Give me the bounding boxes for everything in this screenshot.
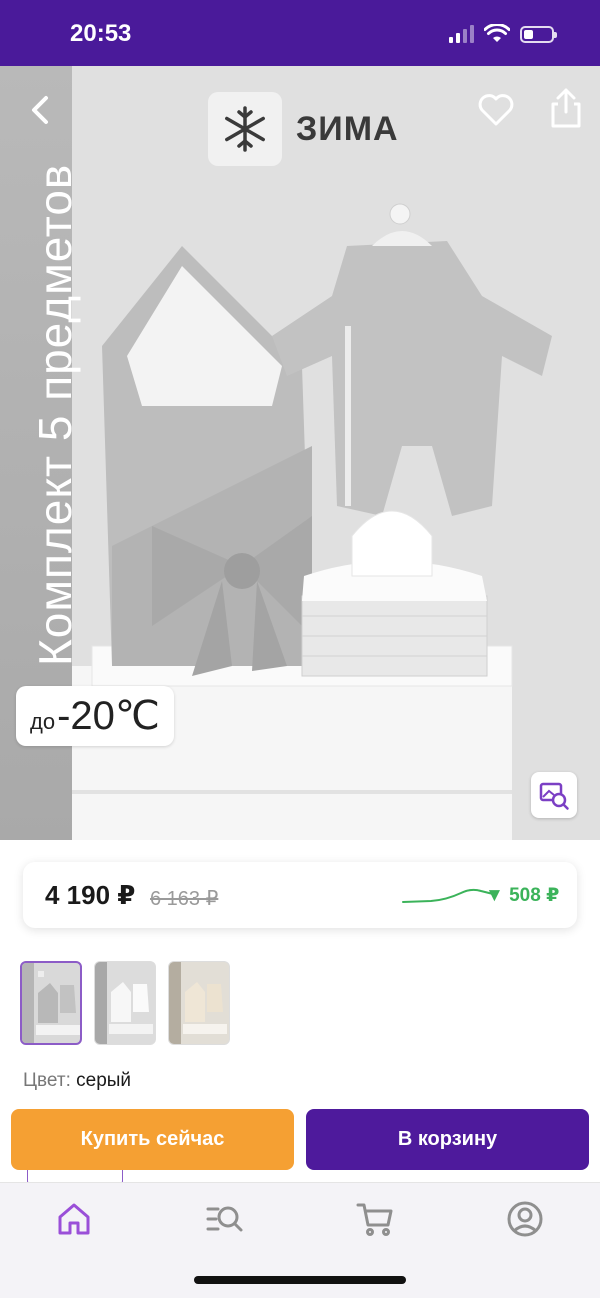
status-icons — [449, 24, 557, 44]
thumbnail-beige[interactable] — [168, 961, 230, 1045]
temperature-prefix: до — [30, 709, 56, 734]
image-search-icon — [539, 782, 569, 810]
snowflake-icon — [208, 92, 282, 166]
price-drop: ▼ 508 ₽ — [485, 885, 560, 906]
cart-icon[interactable] — [355, 1199, 395, 1239]
brand-label: ЗИМА — [296, 109, 399, 148]
home-icon[interactable] — [54, 1199, 94, 1239]
share-icon[interactable] — [546, 86, 586, 130]
vertical-title: Комплект 5 предметов — [29, 163, 81, 666]
price-old: 6 163 ₽ — [150, 888, 219, 910]
price-card[interactable]: 4 190 ₽ 6 163 ₽ ▼ 508 ₽ — [23, 862, 577, 928]
temperature-value: -20℃ — [57, 694, 160, 738]
product-photo[interactable]: Комплект 5 предметов ЗИМА до -20℃ — [0, 66, 600, 840]
color-thumbnails — [20, 961, 230, 1045]
catalog-search-icon[interactable] — [204, 1199, 244, 1239]
color-value: серый — [76, 1070, 132, 1091]
price-trend-sparkline — [402, 888, 494, 903]
battery-icon — [520, 25, 557, 43]
status-bar: 20:53 — [0, 0, 600, 66]
wifi-icon — [484, 24, 510, 42]
temperature-badge: до -20℃ — [16, 686, 174, 746]
buy-now-button[interactable]: Купить сейчас — [11, 1109, 294, 1170]
color-line: Цвет: серый — [23, 1070, 131, 1092]
heart-icon[interactable] — [476, 90, 516, 130]
price-current: 4 190 ₽ — [45, 880, 136, 910]
image-search-button[interactable] — [531, 772, 577, 818]
status-time: 20:53 — [70, 20, 132, 47]
back-arrow-icon[interactable] — [20, 88, 64, 132]
home-indicator — [194, 1276, 406, 1284]
thumbnail-grey[interactable] — [20, 961, 82, 1045]
brand-badge: ЗИМА — [208, 92, 399, 166]
color-label: Цвет: — [23, 1070, 71, 1091]
cellular-signal-icon — [449, 25, 474, 43]
thumbnail-white[interactable] — [94, 961, 156, 1045]
add-to-cart-button[interactable]: В корзину — [306, 1109, 589, 1170]
profile-icon[interactable] — [505, 1199, 545, 1239]
